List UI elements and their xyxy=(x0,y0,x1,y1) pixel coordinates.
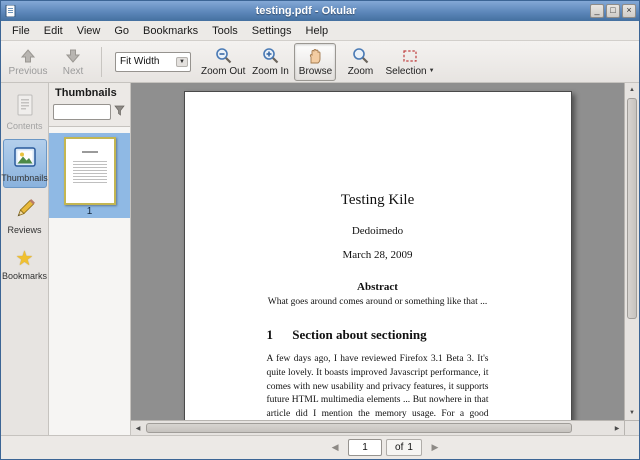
thumbnails-filter-row xyxy=(49,102,130,126)
toolbar: Previous Next Fit Width ▼ Zoom Out Zoom … xyxy=(1,41,639,83)
scrollbar-corner xyxy=(624,420,639,435)
sidebar-item-contents[interactable]: Contents xyxy=(3,87,47,136)
zoom-out-icon xyxy=(215,47,232,65)
horizontal-scroll-track[interactable] xyxy=(145,421,610,435)
pdf-date: March 28, 2009 xyxy=(342,249,413,261)
statusbar: ◀ 1 of 1 ▶ xyxy=(1,435,639,459)
zoom-tool-button[interactable]: Zoom xyxy=(339,43,381,81)
close-button[interactable]: × xyxy=(622,4,636,18)
next-button[interactable]: Next xyxy=(52,43,94,81)
zoom-out-button[interactable]: Zoom Out xyxy=(200,43,246,81)
sidebar-item-label: Thumbnails xyxy=(1,173,48,183)
horizontal-scroll-thumb[interactable] xyxy=(146,423,572,433)
page-next-icon[interactable]: ▶ xyxy=(426,440,444,456)
browse-label: Browse xyxy=(298,65,333,77)
thumbnail-page-number: 1 xyxy=(86,206,93,217)
thumbnails-panel: Thumbnails 1 xyxy=(49,83,131,435)
zoom-tool-icon xyxy=(352,47,369,65)
titlebar[interactable]: testing.pdf - Okular _ □ × xyxy=(1,1,639,21)
browse-tool-button[interactable]: Browse xyxy=(294,42,337,81)
menubar: File Edit View Go Bookmarks Tools Settin… xyxy=(1,21,639,41)
menu-view[interactable]: View xyxy=(70,23,108,39)
of-label: of xyxy=(395,442,404,453)
next-arrow-icon xyxy=(65,47,81,65)
scroll-up-icon[interactable]: ▲ xyxy=(625,83,639,97)
sidebar-item-label: Bookmarks xyxy=(2,271,48,281)
pencil-icon xyxy=(13,197,37,223)
pdf-abstract-text: What goes around comes around or somethi… xyxy=(267,297,488,307)
thumbnail-title-line xyxy=(81,151,98,153)
vertical-scrollbar[interactable]: ▲ ▼ xyxy=(624,83,639,420)
menu-help[interactable]: Help xyxy=(299,23,336,39)
selection-caret-icon: ▼ xyxy=(428,68,435,74)
menu-go[interactable]: Go xyxy=(107,23,136,39)
menu-bookmarks[interactable]: Bookmarks xyxy=(136,23,205,39)
pdf-section-heading: 1 Section about sectioning xyxy=(267,327,489,343)
filter-funnel-icon[interactable] xyxy=(114,103,125,121)
menu-tools[interactable]: Tools xyxy=(205,23,245,39)
menu-settings[interactable]: Settings xyxy=(245,23,299,39)
sidebar-item-label: Reviews xyxy=(7,225,42,235)
scroll-down-icon[interactable]: ▼ xyxy=(625,406,639,420)
toolbar-separator xyxy=(101,46,102,77)
window-controls: _ □ × xyxy=(590,4,636,18)
star-icon: ★ xyxy=(15,248,34,270)
pdf-abstract-heading: Abstract xyxy=(357,281,398,293)
selection-tool-button[interactable]: Selection ▼ xyxy=(384,43,435,81)
page-previous-icon[interactable]: ◀ xyxy=(326,440,344,456)
thumbnails-icon xyxy=(13,145,37,171)
selection-icon xyxy=(402,47,418,65)
thumbnail-page-1[interactable]: 1 xyxy=(49,133,130,218)
zoom-in-button[interactable]: Zoom In xyxy=(249,43,291,81)
total-pages: 1 xyxy=(407,442,413,453)
sidebar: Contents Thumbnails Reviews ★ Bookmarks xyxy=(1,83,49,435)
zoom-out-label: Zoom Out xyxy=(201,65,246,77)
document-area: Testing Kile Dedoimedo March 28, 2009 Ab… xyxy=(131,83,639,435)
pdf-page[interactable]: Testing Kile Dedoimedo March 28, 2009 Ab… xyxy=(183,91,572,420)
menu-edit[interactable]: Edit xyxy=(37,23,70,39)
sidebar-item-thumbnails[interactable]: Thumbnails xyxy=(1,139,48,188)
page-total-box: of 1 xyxy=(386,439,422,456)
previous-label: Previous xyxy=(8,65,48,77)
zoom-tool-label: Zoom xyxy=(347,65,374,77)
zoom-in-icon xyxy=(262,47,279,65)
menu-file[interactable]: File xyxy=(5,23,37,39)
zoom-fit-combobox[interactable]: Fit Width ▼ xyxy=(115,51,191,72)
previous-arrow-icon xyxy=(20,47,36,65)
combobox-arrow-icon: ▼ xyxy=(176,56,188,67)
window-title: testing.pdf - Okular xyxy=(255,5,357,17)
previous-button[interactable]: Previous xyxy=(7,43,49,81)
main-content: Contents Thumbnails Reviews ★ Bookmarks xyxy=(1,83,639,435)
thumbnail-text-lines xyxy=(72,159,107,185)
document-canvas[interactable]: Testing Kile Dedoimedo March 28, 2009 Ab… xyxy=(131,83,624,420)
pdf-title: Testing Kile xyxy=(340,192,415,208)
vertical-scroll-thumb[interactable] xyxy=(627,98,637,320)
pdf-body-paragraph: A few days ago, I have reviewed Firefox … xyxy=(266,354,489,420)
current-page-field[interactable]: 1 xyxy=(348,439,383,456)
vertical-scroll-track[interactable] xyxy=(625,97,639,406)
scroll-left-icon[interactable]: ◀ xyxy=(131,421,145,435)
browse-hand-icon xyxy=(307,47,323,65)
thumbnail-list: 1 xyxy=(49,126,130,435)
zoom-fit-value: Fit Width xyxy=(120,56,160,67)
maximize-button[interactable]: □ xyxy=(606,4,620,18)
scroll-right-icon[interactable]: ▶ xyxy=(610,421,624,435)
selection-label: Selection xyxy=(385,65,427,77)
contents-icon xyxy=(14,93,36,119)
pdf-section-number: 1 xyxy=(266,327,274,342)
minimize-button[interactable]: _ xyxy=(590,4,604,18)
horizontal-scrollbar[interactable]: ◀ ▶ xyxy=(131,420,624,435)
thumbnail-page-image[interactable] xyxy=(63,137,116,205)
thumbnails-panel-title: Thumbnails xyxy=(55,87,117,99)
sidebar-item-label: Contents xyxy=(6,121,43,131)
pdf-section-title: Section about sectioning xyxy=(292,327,427,342)
sidebar-item-bookmarks[interactable]: ★ Bookmarks xyxy=(2,243,48,286)
thumbnails-filter-input[interactable] xyxy=(53,104,111,120)
okular-window: testing.pdf - Okular _ □ × File Edit Vie… xyxy=(0,0,640,460)
pdf-author: Dedoimedo xyxy=(351,225,404,237)
okular-app-icon xyxy=(4,4,18,18)
sidebar-item-reviews[interactable]: Reviews xyxy=(3,191,47,240)
zoom-in-label: Zoom In xyxy=(252,65,289,77)
next-label: Next xyxy=(62,65,84,77)
